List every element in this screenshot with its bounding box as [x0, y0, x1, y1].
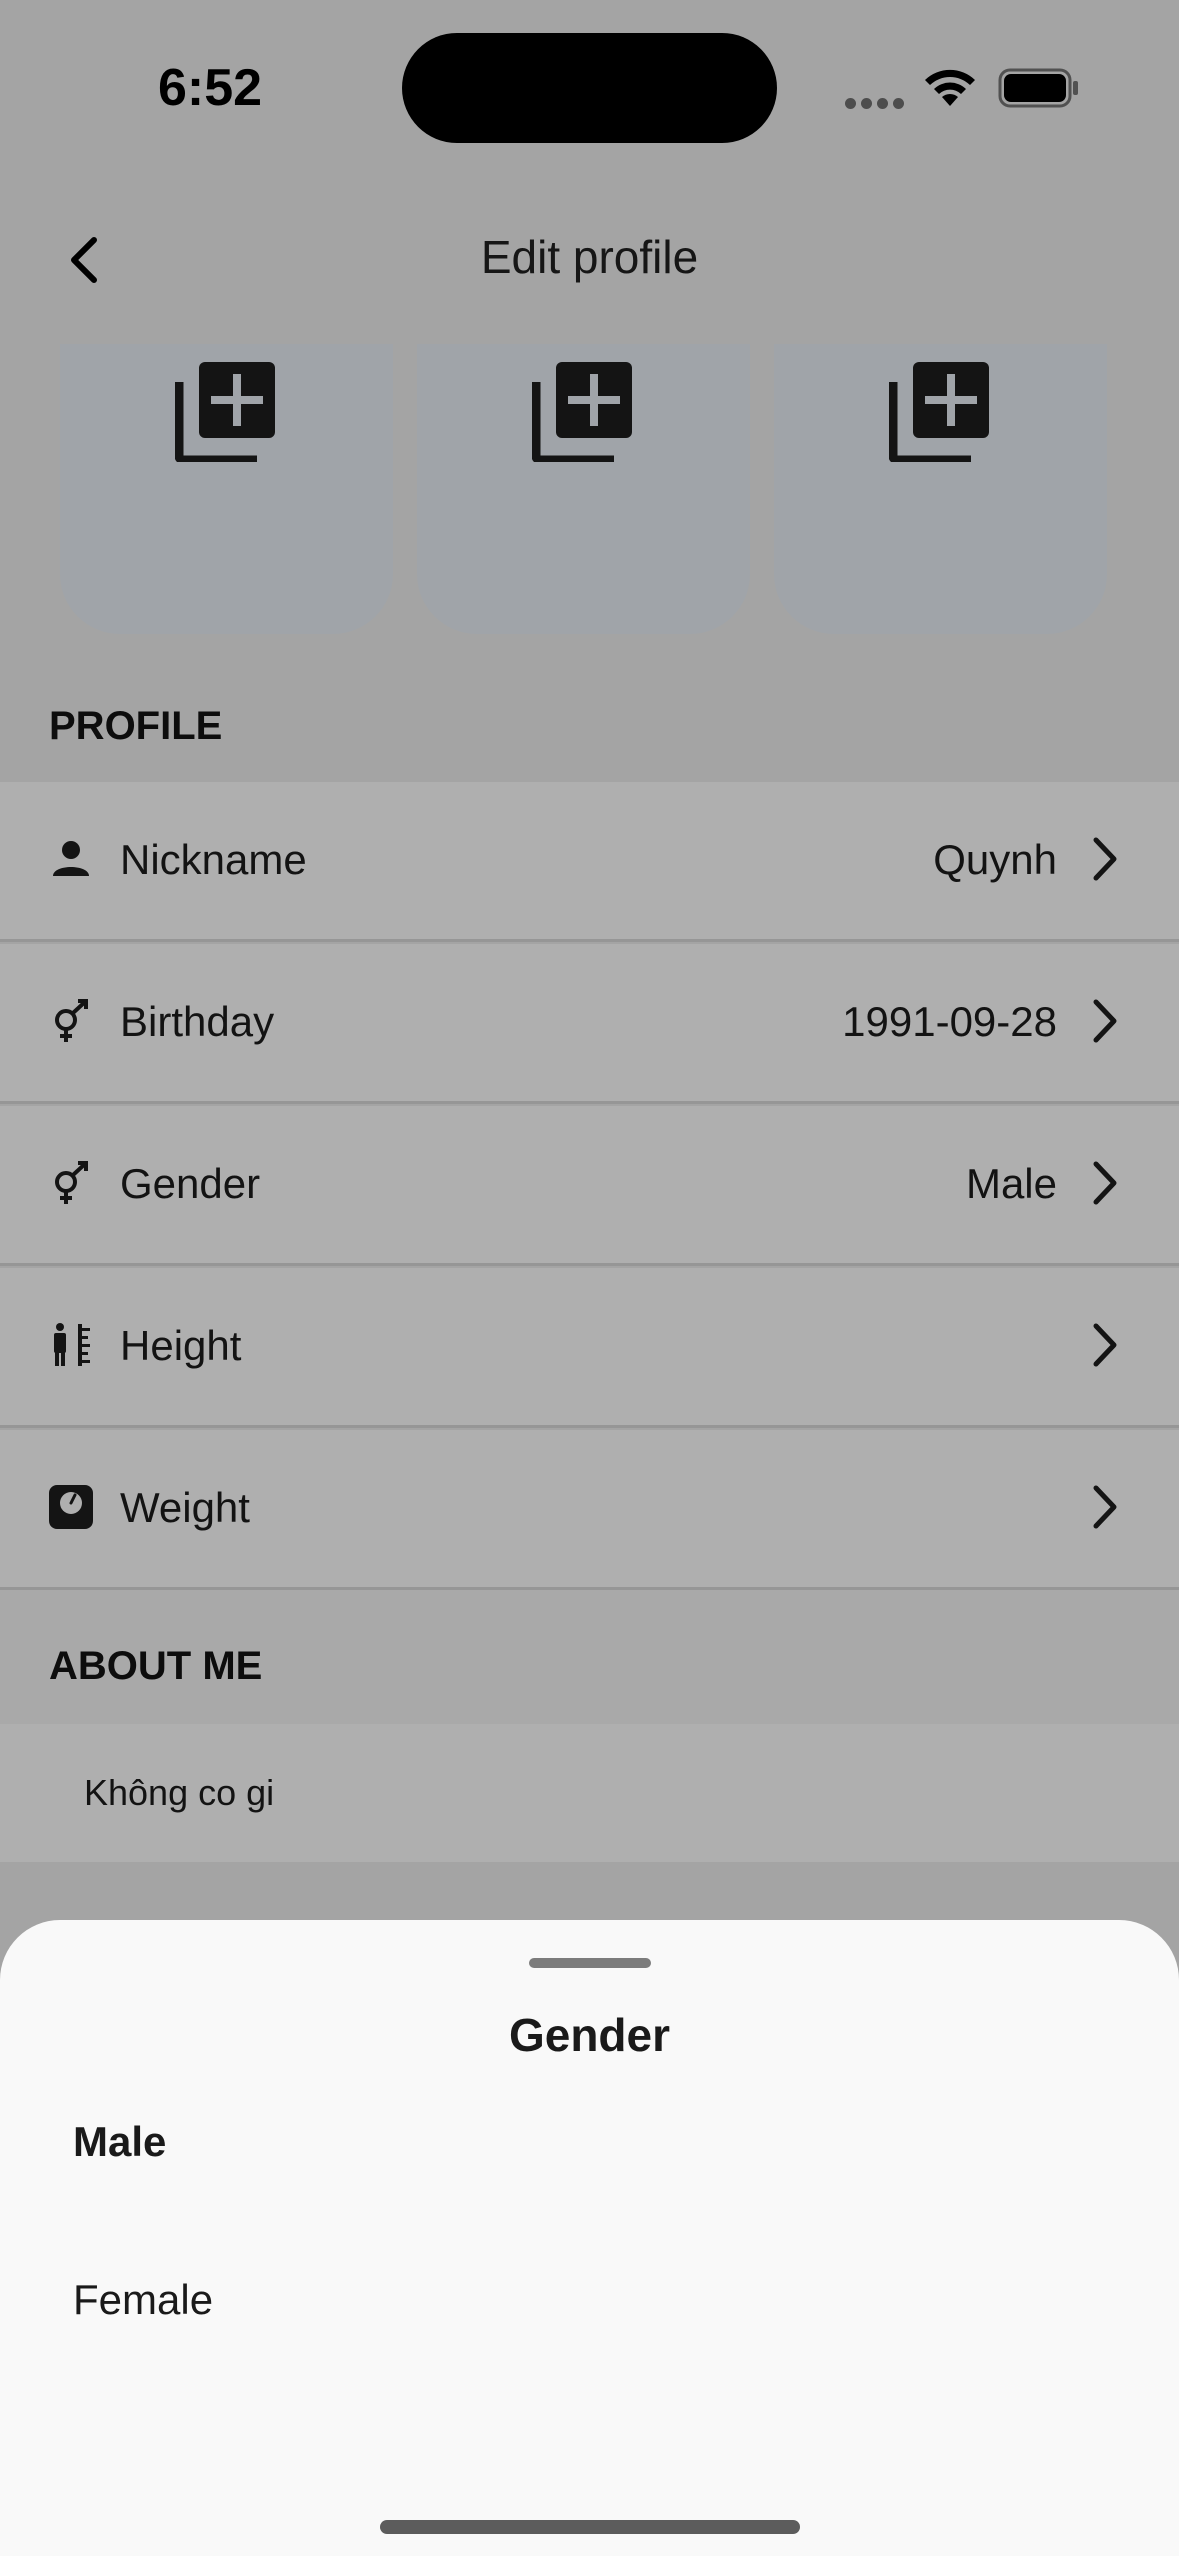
gender-option-male[interactable]: Male — [0, 2068, 1179, 2218]
home-indicator[interactable] — [380, 2520, 800, 2534]
sheet-title: Gender — [508, 2009, 671, 2061]
gender-option-female[interactable]: Female — [0, 2226, 1179, 2376]
option-label: Male — [73, 2118, 167, 2165]
sheet-drag-handle[interactable] — [529, 1958, 651, 1968]
option-label: Female — [73, 2276, 214, 2323]
gender-bottom-sheet: Gender Male Female — [0, 1920, 1179, 2556]
